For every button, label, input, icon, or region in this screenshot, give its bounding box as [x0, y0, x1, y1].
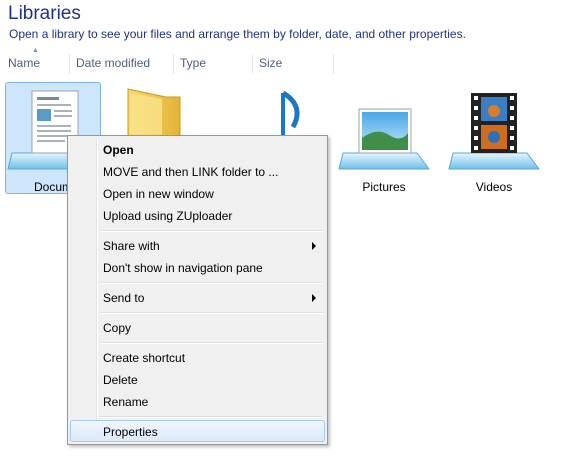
sort-ascending-icon: ▲: [32, 47, 39, 54]
menu-item-create-shortcut[interactable]: Create shortcut: [70, 346, 325, 368]
library-item-videos[interactable]: Videos: [446, 82, 542, 194]
submenu-arrow-icon: [312, 242, 316, 250]
menu-separator: [100, 282, 323, 284]
menu-item-share-with[interactable]: Share with: [70, 234, 325, 256]
page-title: Libraries: [8, 3, 81, 24]
menu-item-properties[interactable]: Properties: [70, 420, 325, 442]
menu-item-label: Share with: [103, 239, 160, 253]
menu-item-copy[interactable]: Copy: [70, 316, 325, 338]
pictures-library-icon: [338, 108, 430, 170]
menu-item-label: Send to: [103, 291, 145, 305]
column-header-type[interactable]: Type: [174, 50, 252, 76]
menu-item-delete[interactable]: Delete: [70, 368, 325, 390]
menu-item-open[interactable]: Open: [70, 138, 325, 160]
menu-item-send-to[interactable]: Send to: [70, 286, 325, 308]
column-header-name[interactable]: ▲ Name: [2, 47, 70, 76]
context-menu: Open MOVE and then LINK folder to ... Op…: [67, 135, 328, 445]
menu-separator: [100, 416, 323, 418]
menu-item-move-and-link[interactable]: MOVE and then LINK folder to ...: [70, 160, 325, 182]
menu-item-upload-zuploader[interactable]: Upload using ZUploader: [70, 204, 325, 226]
library-label: Pictures: [362, 180, 406, 194]
column-header-bar: ▲ Name Date modified Type Size: [0, 47, 570, 76]
library-item-pictures[interactable]: Pictures: [336, 82, 432, 194]
menu-item-dont-show-nav[interactable]: Don't show in navigation pane: [70, 256, 325, 278]
column-header-size[interactable]: Size: [253, 50, 333, 76]
menu-separator: [100, 230, 323, 232]
menu-item-rename[interactable]: Rename: [70, 390, 325, 412]
menu-separator: [100, 342, 323, 344]
column-divider[interactable]: [333, 54, 334, 74]
page-subtitle: Open a library to see your files and arr…: [9, 27, 466, 41]
videos-library-icon: [448, 93, 540, 170]
menu-separator: [100, 312, 323, 314]
column-header-date-modified[interactable]: Date modified: [70, 50, 174, 76]
library-label: Videos: [475, 180, 513, 194]
submenu-arrow-icon: [312, 294, 316, 302]
menu-item-open-new-window[interactable]: Open in new window: [70, 182, 325, 204]
